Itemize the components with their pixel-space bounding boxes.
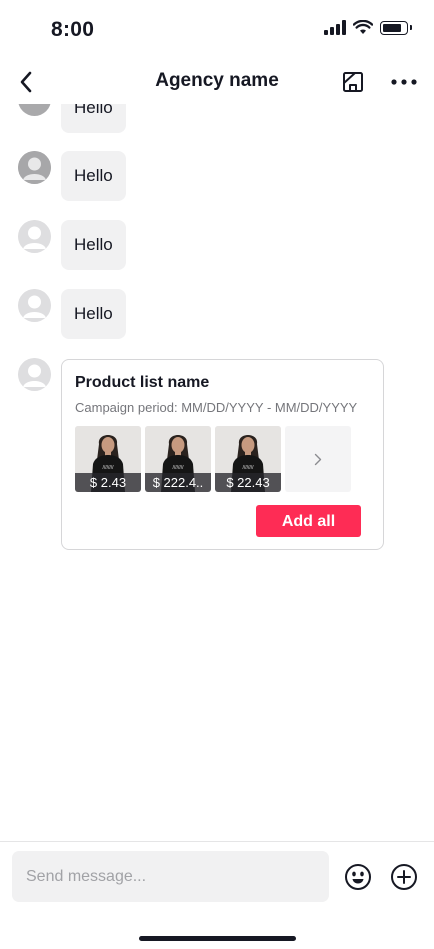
home-indicator[interactable] [139, 936, 296, 941]
product-thumbnail[interactable]: //////// $ 222.4.. [145, 426, 211, 492]
avatar[interactable] [18, 358, 51, 391]
status-time: 8:00 [51, 18, 95, 41]
product-price: $ 2.43 [75, 473, 141, 492]
user-silhouette-icon [18, 289, 51, 322]
add-attachment-button[interactable] [389, 862, 419, 892]
product-price: $ 22.43 [215, 473, 281, 492]
status-icons [324, 20, 412, 35]
more-options-button[interactable] [389, 68, 419, 96]
message-bubble[interactable]: Hello [61, 104, 126, 133]
chevron-right-icon [314, 453, 322, 465]
svg-text:////////: //////// [102, 465, 114, 471]
composer-divider [0, 841, 434, 842]
battery-icon [380, 20, 412, 35]
avatar[interactable] [18, 104, 51, 116]
message-input[interactable] [26, 851, 316, 902]
message-composer [12, 851, 329, 902]
more-dots-icon [391, 79, 417, 85]
status-bar: 8:00 [0, 0, 434, 60]
message-bubble[interactable]: Hello [61, 151, 126, 201]
product-thumbnail[interactable]: //////// $ 2.43 [75, 426, 141, 492]
message-list[interactable]: Hello Hello Hello Hello Product list nam… [0, 104, 434, 841]
svg-text:////////: //////// [242, 465, 254, 471]
product-thumbnails: //////// $ 2.43 //////// $ 222.4.. /////… [75, 426, 351, 492]
cellular-signal-icon [324, 20, 346, 35]
avatar[interactable] [18, 220, 51, 253]
user-silhouette-icon [18, 220, 51, 253]
message-bubble[interactable]: Hello [61, 289, 126, 339]
chat-header: Agency name [0, 60, 434, 104]
campaign-period: Campaign period: MM/DD/YYYY - MM/DD/YYYY [75, 400, 358, 415]
product-list-card[interactable]: Product list name Campaign period: MM/DD… [61, 359, 384, 550]
emoji-icon [345, 864, 371, 890]
product-price: $ 222.4.. [145, 473, 211, 492]
share-button[interactable] [339, 68, 367, 96]
wifi-icon [353, 20, 373, 34]
svg-text:////////: //////// [172, 465, 184, 471]
product-list-name: Product list name [75, 374, 210, 391]
user-silhouette-icon [18, 151, 51, 184]
add-all-button[interactable]: Add all [256, 505, 361, 537]
plus-circle-icon [391, 864, 417, 890]
avatar[interactable] [18, 289, 51, 322]
message-bubble[interactable]: Hello [61, 220, 126, 270]
product-thumbnail[interactable]: //////// $ 22.43 [215, 426, 281, 492]
user-silhouette-icon [18, 358, 51, 391]
view-more-products-button[interactable] [285, 426, 351, 492]
share-icon [343, 72, 363, 92]
page-title: Agency name [155, 70, 279, 91]
emoji-button[interactable] [343, 862, 373, 892]
avatar[interactable] [18, 151, 51, 184]
